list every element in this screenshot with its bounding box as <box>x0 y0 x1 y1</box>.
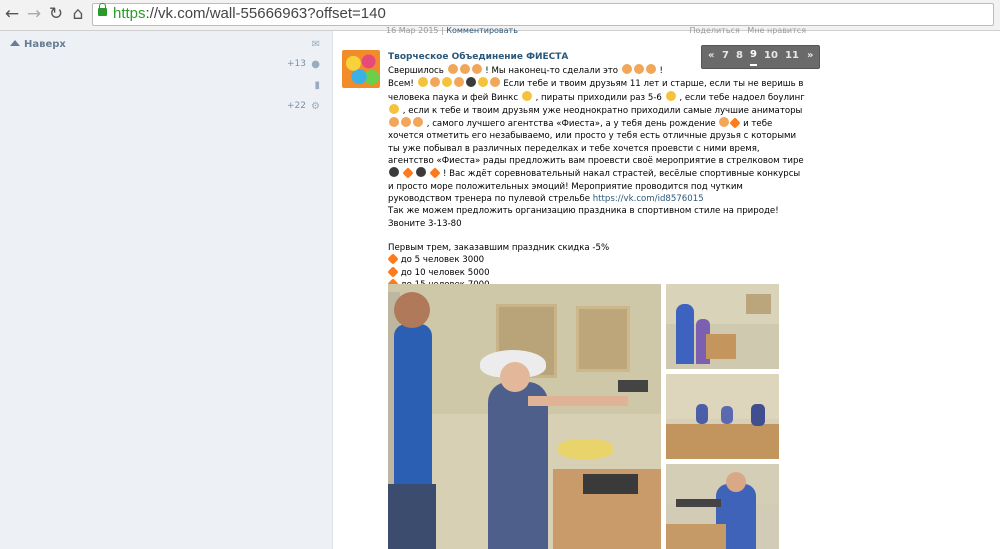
previous-post-footer: 16 Мар 2015 | Комментировать Поделиться … <box>386 26 806 35</box>
explosion-emoji-icon <box>429 167 441 180</box>
post-photo-3[interactable] <box>666 374 779 459</box>
fist-emoji-icon <box>645 64 656 74</box>
post-photo-2[interactable] <box>666 284 779 369</box>
lock-icon <box>98 3 107 16</box>
face-emoji-icon <box>417 77 428 88</box>
pager-page-9[interactable]: 9 <box>750 46 757 66</box>
pager-page-7[interactable]: 7 <box>722 46 729 66</box>
fist-emoji-icon <box>621 64 632 74</box>
face-emoji-icon <box>453 77 464 88</box>
friends-count: +13 <box>287 59 306 69</box>
explosion-emoji-icon <box>387 253 399 266</box>
face-emoji-icon <box>489 77 500 88</box>
reload-icon[interactable]: ↻ <box>46 4 66 24</box>
pray-emoji-icon <box>471 64 482 74</box>
monkey-emoji-icon <box>413 117 423 128</box>
envelope-icon[interactable]: ✉ <box>312 39 320 50</box>
smile-emoji-icon <box>521 90 532 101</box>
prev-post-date: 16 Мар 2015 <box>386 26 439 35</box>
forward-arrow-icon[interactable]: → <box>24 4 44 24</box>
pager-page-8[interactable]: 8 <box>736 46 743 66</box>
comment-icon[interactable]: ▮ <box>314 80 320 91</box>
url-text: https://vk.com/wall-55666963?offset=140 <box>113 5 386 22</box>
post-author[interactable]: Творческое Объединение ФИЕСТА <box>388 52 568 62</box>
arrow-up-icon <box>10 40 20 46</box>
pray-emoji-icon <box>459 64 470 74</box>
right-blank-area <box>821 31 1000 549</box>
wall-pager: « 7 8 9 10 11 » <box>701 45 820 69</box>
monkey-emoji-icon <box>401 117 411 128</box>
face-emoji-icon <box>429 77 440 88</box>
bomb-emoji-icon <box>389 167 399 178</box>
friends-icon[interactable]: ● <box>311 59 320 70</box>
post-photo-main[interactable] <box>388 284 661 549</box>
post-text: Свершилось ! Мы наконец-то сделали это !… <box>387 64 808 291</box>
pager-prev[interactable]: « <box>708 46 714 66</box>
gear-icon[interactable]: ⚙ <box>311 101 320 112</box>
pray-emoji-icon <box>447 64 458 74</box>
prev-share-link[interactable]: Поделиться <box>690 26 740 35</box>
monkey-emoji-icon <box>389 117 399 128</box>
pager-page-11[interactable]: 11 <box>785 46 799 66</box>
smile-emoji-icon <box>389 103 399 114</box>
post-photo-4[interactable] <box>666 464 779 549</box>
author-avatar[interactable] <box>342 50 380 88</box>
back-arrow-icon[interactable]: ← <box>2 4 22 24</box>
bomb-emoji-icon <box>416 167 427 178</box>
left-sidebar: Наверх ✉ +13 ● ▮ +22 ⚙ <box>0 31 332 549</box>
explosion-emoji-icon <box>402 167 414 180</box>
settings-count: +22 <box>287 101 306 111</box>
pager-page-10[interactable]: 10 <box>764 46 778 66</box>
prev-comment-link[interactable]: Комментировать <box>446 26 518 35</box>
fist-emoji-icon <box>633 64 644 74</box>
address-bar[interactable]: https://vk.com/wall-55666963?offset=140 <box>92 3 994 26</box>
face-emoji-icon <box>477 77 488 88</box>
prev-like-link[interactable]: Мне нравится <box>747 26 806 35</box>
pager-next[interactable]: » <box>807 46 813 66</box>
gift-emoji-icon <box>729 117 742 129</box>
explosion-emoji-icon <box>387 266 399 278</box>
face-emoji-icon <box>465 77 476 88</box>
home-icon[interactable]: ⌂ <box>68 4 88 24</box>
trainer-profile-link[interactable]: https://vk.com/id8576015 <box>593 194 704 204</box>
cake-emoji-icon <box>719 117 730 128</box>
scroll-top-link[interactable]: Наверх <box>10 39 66 50</box>
face-emoji-icon <box>441 77 452 88</box>
smile-emoji-icon <box>665 90 676 101</box>
